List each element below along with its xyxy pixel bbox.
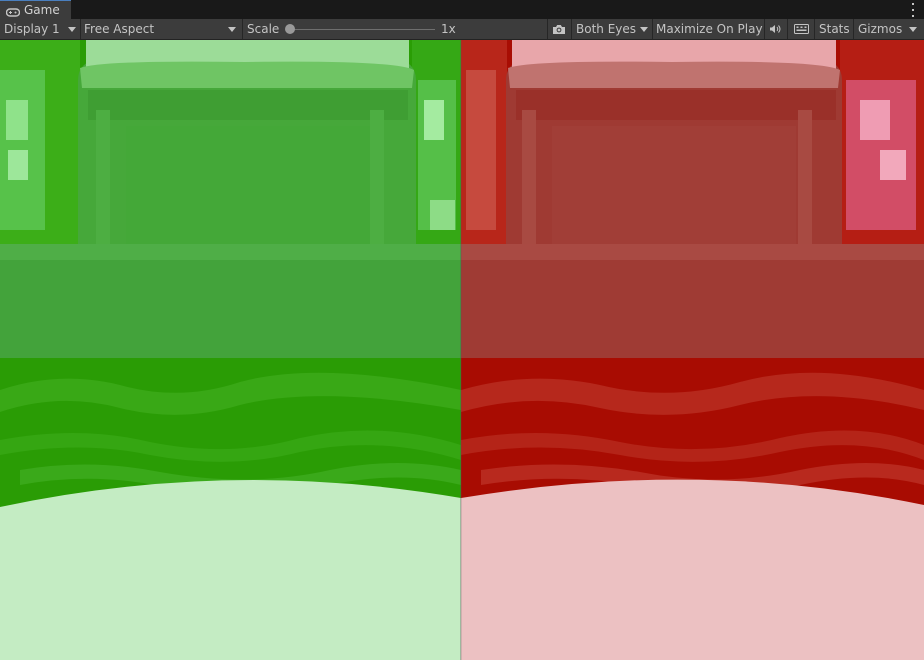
game-viewport[interactable] [0, 40, 924, 660]
dropdown-arrow-icon [640, 27, 648, 32]
gizmos-dropdown-arrow[interactable] [906, 19, 920, 39]
audio-icon[interactable] [768, 19, 782, 39]
scale-slider-track[interactable] [290, 29, 435, 30]
stats-toggle[interactable]: Stats [819, 19, 850, 39]
toolbar-divider [853, 19, 854, 39]
display-label: Display 1 [4, 22, 60, 36]
scale-slider-thumb[interactable] [285, 24, 295, 34]
camera-icon[interactable] [551, 19, 567, 39]
toolbar-divider [787, 19, 788, 39]
dropdown-arrow-icon [228, 27, 236, 32]
maximize-on-play-toggle[interactable]: Maximize On Play [656, 19, 763, 39]
toolbar-divider [242, 19, 243, 39]
scale-value: 1x [441, 22, 456, 36]
eye-divider [460, 40, 462, 660]
dropdown-arrow-icon [68, 27, 76, 32]
toolbar-divider [652, 19, 653, 39]
left-eye-view [0, 40, 461, 660]
game-tab-label: Game [24, 3, 60, 17]
aspect-label: Free Aspect [84, 22, 155, 36]
gamepad-icon [5, 6, 21, 17]
eyes-dropdown[interactable]: Both Eyes [576, 19, 650, 39]
toolbar-divider [814, 19, 815, 39]
display-dropdown[interactable]: Display 1 [4, 19, 78, 39]
gizmos-toggle[interactable]: Gizmos [858, 19, 902, 39]
right-eye-view [461, 40, 924, 660]
stereo-render [0, 40, 924, 660]
toolbar-divider [764, 19, 765, 39]
eyes-label: Both Eyes [576, 22, 637, 36]
keyboard-icon[interactable] [793, 19, 809, 39]
scale-label: Scale [247, 22, 280, 36]
game-tab[interactable]: Game [0, 0, 71, 19]
game-view-toolbar: Display 1 Free Aspect Scale 1x Both Eyes… [0, 19, 924, 40]
toolbar-divider [80, 19, 81, 39]
aspect-dropdown[interactable]: Free Aspect [84, 19, 240, 39]
toolbar-divider [571, 19, 572, 39]
kebab-menu-icon[interactable] [908, 3, 918, 17]
dropdown-arrow-icon [909, 26, 917, 32]
window-tab-bar: Game [0, 0, 924, 19]
toolbar-divider [547, 19, 548, 39]
